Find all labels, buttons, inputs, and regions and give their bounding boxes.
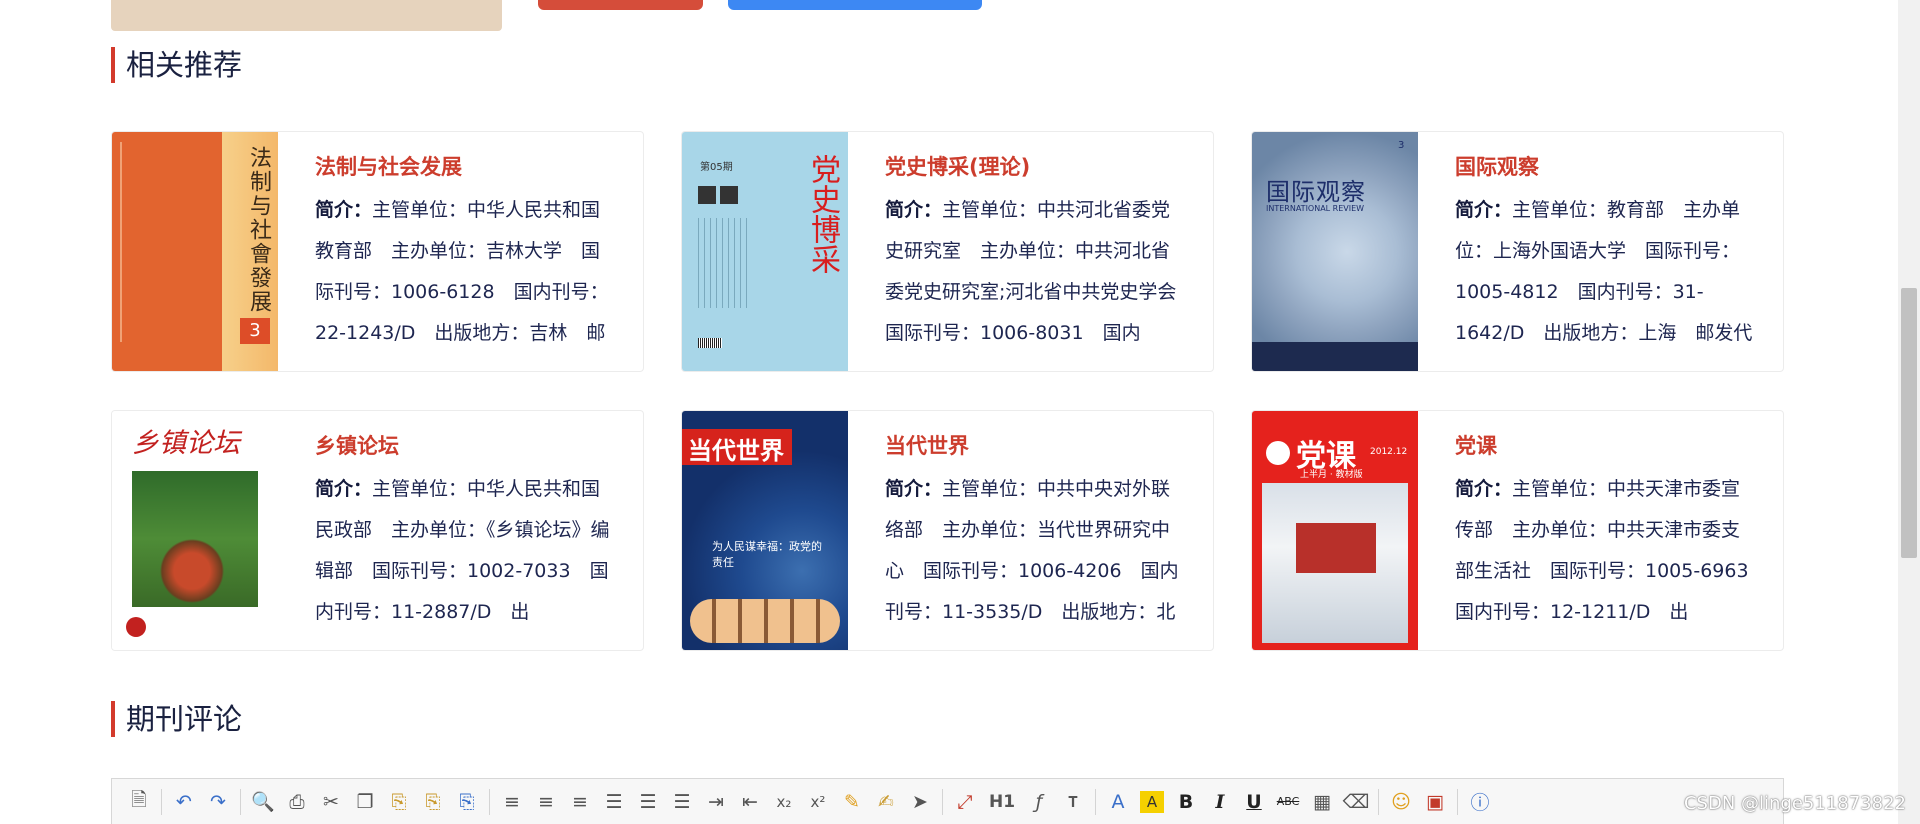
journal-cover[interactable]: 乡镇论坛	[112, 411, 278, 650]
align-right-icon[interactable]: ≡	[563, 785, 597, 819]
redo-icon[interactable]: ↷	[201, 785, 235, 819]
journal-card[interactable]: 第05期 党史博采 党史博采(理论) 简介：主管单位：中共河北省委党史研究室 主…	[681, 131, 1214, 372]
heading-icon[interactable]: H1	[982, 785, 1022, 819]
journal-title[interactable]: 乡镇论坛	[315, 429, 615, 463]
outdent-icon[interactable]: ⇤	[733, 785, 767, 819]
highlight-icon[interactable]: A	[1140, 790, 1164, 813]
fullscreen-icon[interactable]: ⤢	[948, 785, 982, 819]
paste-icon[interactable]: ⎘	[382, 785, 416, 819]
journal-description: 简介：主管单位：中共河北省委党史研究室 主办单位：中共河北省委党史研究室;河北省…	[885, 199, 1185, 344]
scrollbar-thumb[interactable]	[1901, 288, 1917, 558]
journal-cover[interactable]: 国际观察 INTERNATIONAL REVIEW 3	[1252, 132, 1418, 371]
journal-description: 简介：主管单位：中华人民共和国教育部 主办单位：吉林大学 国际刊号：1006-6…	[315, 199, 609, 344]
superscript-icon[interactable]: x²	[801, 785, 835, 819]
related-section-title: 相关推荐	[111, 47, 242, 83]
paste-word-icon[interactable]: ⎘	[450, 785, 484, 819]
journal-description: 简介：主管单位：中共天津市委宣传部 主办单位：中共天津市委支部生活社 国际刊号：…	[1455, 478, 1755, 623]
journal-title[interactable]: 国际观察	[1455, 150, 1755, 184]
copy-icon[interactable]: ❐	[348, 785, 382, 819]
journal-title[interactable]: 党课	[1455, 429, 1755, 463]
underline-icon[interactable]: U	[1237, 785, 1271, 819]
font-size-icon[interactable]: 𝐓	[1056, 785, 1090, 819]
select-all-icon[interactable]: ✍	[869, 785, 903, 819]
journal-description: 简介：主管单位：教育部 主办单位：上海外国语大学 国际刊号：1005-4812 …	[1455, 199, 1753, 344]
align-left-icon[interactable]: ≡	[495, 785, 529, 819]
journal-cover[interactable]: 党课 上半月 · 教材版 2012.12	[1252, 411, 1418, 650]
paste-text-icon[interactable]: ⎘	[416, 785, 450, 819]
font-color-icon[interactable]: A	[1101, 785, 1135, 819]
preview-icon[interactable]: 🔍	[246, 785, 280, 819]
journal-card[interactable]: 法制与社會發展 3 法制与社会发展 简介：主管单位：中华人民共和国教育部 主办单…	[111, 131, 644, 372]
strikethrough-icon[interactable]: ABC	[1271, 785, 1305, 819]
top-red-button[interactable]	[538, 0, 703, 10]
unordered-list-icon[interactable]: ☰	[665, 785, 699, 819]
journal-description: 简介：主管单位：中华人民共和国民政部 主办单位：《乡镇论坛》编辑部 国际刊号：1…	[315, 478, 610, 623]
undo-icon[interactable]: ↶	[167, 785, 201, 819]
bold-icon[interactable]: B	[1169, 785, 1203, 819]
journal-title[interactable]: 当代世界	[885, 429, 1185, 463]
journal-cover[interactable]: 法制与社會發展 3	[112, 132, 278, 371]
justify-icon[interactable]: ☰	[597, 785, 631, 819]
top-image-remnant	[111, 0, 502, 31]
help-icon[interactable]: ⓘ	[1463, 785, 1497, 819]
journal-description: 简介：主管单位：中共中央对外联络部 主办单位：当代世界研究中心 国际刊号：100…	[885, 478, 1179, 623]
table-icon[interactable]: ▦	[1305, 785, 1339, 819]
print-icon[interactable]: ⎙	[280, 785, 314, 819]
emoticon-icon[interactable]: ☺	[1384, 785, 1418, 819]
eraser-icon[interactable]: ⌫	[1339, 785, 1373, 819]
ordered-list-icon[interactable]: ☰	[631, 785, 665, 819]
cursor-icon[interactable]: ➤	[903, 785, 937, 819]
page-scrollbar[interactable]	[1898, 0, 1920, 824]
journal-card[interactable]: 党课 上半月 · 教材版 2012.12 党课 简介：主管单位：中共天津市委宣传…	[1251, 410, 1784, 651]
indent-icon[interactable]: ⇥	[699, 785, 733, 819]
journal-cover[interactable]: 当代世界 为人民谋幸福：政党的责任	[682, 411, 848, 650]
journal-title[interactable]: 党史博采(理论)	[885, 150, 1185, 184]
editor-toolbar: 🗎 ↶ ↷ 🔍 ⎙ ✂ ❐ ⎘ ⎘ ⎘ ≡ ≡ ≡ ☰ ☰ ☰ ⇥ ⇤ x₂ x…	[111, 778, 1784, 824]
journal-card[interactable]: 当代世界 为人民谋幸福：政党的责任 当代世界 简介：主管单位：中共中央对外联络部…	[681, 410, 1214, 651]
top-blue-button[interactable]	[728, 0, 982, 10]
align-center-icon[interactable]: ≡	[529, 785, 563, 819]
italic-icon[interactable]: I	[1203, 785, 1237, 819]
subscript-icon[interactable]: x₂	[767, 785, 801, 819]
comments-section-title: 期刊评论	[111, 701, 242, 737]
journal-card[interactable]: 国际观察 INTERNATIONAL REVIEW 3 国际观察 简介：主管单位…	[1251, 131, 1784, 372]
source-icon[interactable]: 🗎	[122, 785, 156, 819]
watermark: CSDN @linge511873822	[1683, 793, 1906, 814]
journal-cover[interactable]: 第05期 党史博采	[682, 132, 848, 371]
journal-title[interactable]: 法制与社会发展	[315, 150, 615, 184]
font-family-icon[interactable]: ƒ	[1022, 785, 1056, 819]
cut-icon[interactable]: ✂	[314, 785, 348, 819]
image-icon[interactable]: ▣	[1418, 785, 1452, 819]
journal-card[interactable]: 乡镇论坛 乡镇论坛 简介：主管单位：中华人民共和国民政部 主办单位：《乡镇论坛》…	[111, 410, 644, 651]
clear-format-icon[interactable]: ✎	[835, 785, 869, 819]
